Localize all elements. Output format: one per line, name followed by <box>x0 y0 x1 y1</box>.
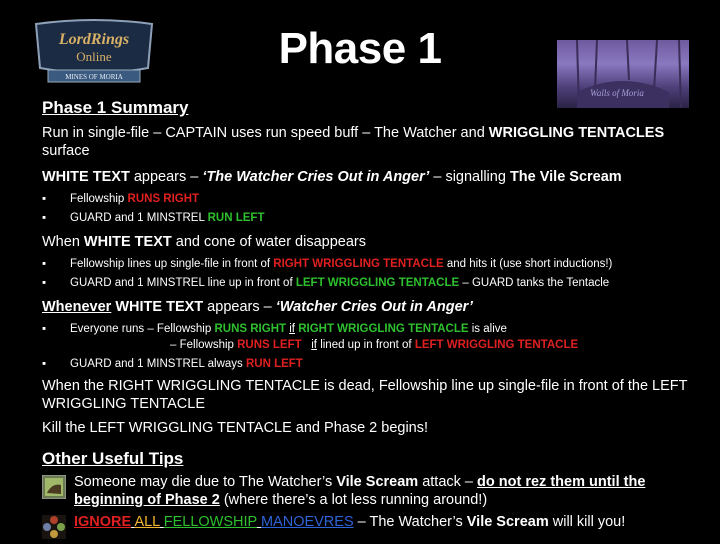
text: – signalling <box>429 169 510 185</box>
text: appears – <box>129 169 203 185</box>
bullet-item: ▪ GUARD and 1 MINSTREL always RUN LEFT <box>42 357 702 371</box>
dead-paragraph: When the RIGHT WRIGGLING TENTACLE is dea… <box>42 378 688 412</box>
fellowship-word: FELLOWSHIP <box>163 514 257 530</box>
bullet-text: GUARD and 1 MINSTREL always <box>70 358 246 370</box>
whenever-paragraph: Whenever WHITE TEXT appears – ‘Watcher C… <box>42 298 702 316</box>
tips-heading: Other Useful Tips <box>42 449 184 468</box>
summary-heading: Phase 1 Summary <box>42 98 189 117</box>
white-text-paragraph: WHITE TEXT appears – ‘The Watcher Cries … <box>42 168 702 186</box>
svg-text:MINES OF MORIA: MINES OF MORIA <box>65 73 123 81</box>
vile-scream-label: Vile Scream <box>336 474 419 490</box>
bullet-item: ▪ GUARD and 1 MINSTREL line up in front … <box>42 276 702 290</box>
kill-paragraph: Kill the LEFT WRIGGLING TENTACLE and Pha… <box>42 420 429 436</box>
bullet-icon: ▪ <box>42 323 47 335</box>
manoevres-word: MANOEVRES <box>260 514 354 530</box>
watcher-quote: ‘Watcher Cries Out in Anger’ <box>275 299 473 315</box>
bullet-text: – Fellowship <box>170 339 238 351</box>
vile-scream-label: Vile Scream <box>466 514 549 530</box>
highlight-green: RIGHT WRIGGLING TENTACLE <box>298 323 469 335</box>
if-label: if <box>289 323 295 335</box>
tip-item: Someone may die due to The Watcher’s Vil… <box>41 473 702 509</box>
disappears-paragraph: When WHITE TEXT and cone of water disapp… <box>42 233 702 251</box>
rez-skill-icon <box>41 474 67 500</box>
ignore-word: IGNORE <box>74 514 132 530</box>
bullet-text: Fellowship <box>70 193 128 205</box>
text: When <box>42 234 84 250</box>
white-text-label: WHITE TEXT <box>111 299 204 315</box>
highlight-red: RIGHT WRIGGLING TENTACLE <box>273 258 444 270</box>
bullet-icon: ▪ <box>42 212 47 224</box>
bullet-subline: – Fellowship RUNS LEFT if lined up in fr… <box>42 338 702 352</box>
bullet-text: GUARD and 1 MINSTREL <box>70 212 208 224</box>
bullet-icon: ▪ <box>42 258 47 270</box>
fellowship-manoeuvre-icon <box>42 515 66 539</box>
highlight-green: RUN LEFT <box>207 212 265 224</box>
text: and cone of water disappears <box>171 234 366 250</box>
highlight-red: RUNS RIGHT <box>127 193 200 205</box>
highlight-red: RUNS LEFT <box>237 339 302 351</box>
bullet-text: Fellowship lines up single-file in front… <box>70 258 274 270</box>
text: appears – <box>203 299 276 315</box>
bullet-item: ▪ Everyone runs – Fellowship RUNS RIGHT … <box>42 322 702 336</box>
tip-text: (where there’s a lot less running around… <box>219 492 488 508</box>
bullet-item: ▪ Fellowship RUNS RIGHT <box>42 192 702 206</box>
bullet-item: ▪ Fellowship lines up single-file in fro… <box>42 257 702 271</box>
all-word: ALL <box>134 514 160 530</box>
tip-text: Someone may die due to The Watcher’s <box>74 474 337 490</box>
bullet-text: is alive <box>468 323 507 335</box>
highlight-green: RUNS RIGHT <box>214 323 287 335</box>
slide-content: Phase 1 Summary Run in single-file – CAP… <box>41 98 702 539</box>
highlight-red: RUN LEFT <box>245 358 303 370</box>
bullet-text: and hits it (use short inductions!) <box>443 258 613 270</box>
whenever-label: Whenever <box>42 299 112 315</box>
vile-scream-label: The Vile Scream <box>509 169 622 185</box>
tip-text: – The Watcher’s <box>353 514 467 530</box>
bullet-item: ▪ GUARD and 1 MINSTREL RUN LEFT <box>42 211 702 225</box>
white-text-label: WHITE TEXT <box>83 234 172 250</box>
intro-bold: WRIGGLING TENTACLES <box>488 125 665 141</box>
bullet-text: Everyone runs – Fellowship <box>70 323 215 335</box>
tip-text: attack – <box>418 474 478 490</box>
intro-text-end: surface <box>42 143 90 159</box>
svg-text:Walls of Moria: Walls of Moria <box>590 88 644 98</box>
bullet-text: GUARD and 1 MINSTREL line up in front of <box>70 277 296 289</box>
tip-item: IGNORE ALL FELLOWSHIP MANOEVRES – The Wa… <box>42 513 702 539</box>
bullet-text: lined up in front of <box>317 339 415 351</box>
tip-text: will kill you! <box>548 514 626 530</box>
intro-text: Run in single-file – CAPTAIN uses run sp… <box>42 125 489 141</box>
highlight-green: LEFT WRIGGLING TENTACLE <box>295 277 460 289</box>
bullet-icon: ▪ <box>42 193 47 205</box>
bullet-icon: ▪ <box>42 277 47 289</box>
bullet-text: – GUARD tanks the Tentacle <box>459 277 610 289</box>
bullet-icon: ▪ <box>42 358 47 370</box>
white-text-label: WHITE TEXT <box>42 169 130 185</box>
highlight-red: LEFT WRIGGLING TENTACLE <box>414 339 579 351</box>
watcher-quote: ‘The Watcher Cries Out in Anger’ <box>202 169 430 185</box>
intro-paragraph: Run in single-file – CAPTAIN uses run sp… <box>42 124 702 160</box>
